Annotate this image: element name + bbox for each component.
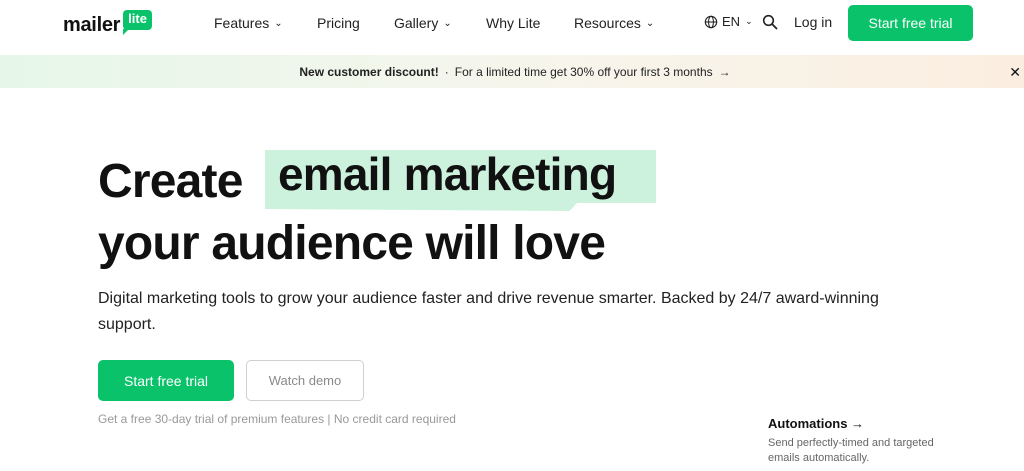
language-selector[interactable]: EN ⌄ — [704, 14, 753, 29]
chevron-down-icon: ⌄ — [443, 17, 452, 29]
banner-separator: · — [444, 64, 449, 79]
search-button[interactable] — [762, 14, 778, 35]
hero-title-word: Create — [98, 154, 243, 208]
nav-why-lite[interactable]: Why Lite — [486, 14, 540, 32]
banner-content: New customer discount! · For a limited t… — [299, 65, 730, 79]
nav-why-lite-label: Why Lite — [486, 15, 541, 31]
trial-note: Get a free 30-day trial of premium featu… — [98, 412, 456, 426]
login-link[interactable]: Log in — [794, 14, 832, 30]
close-icon[interactable]: ✕ — [1009, 64, 1021, 81]
arrow-right-icon: → — [718, 64, 731, 79]
watch-demo-button[interactable]: Watch demo — [246, 360, 364, 401]
hero-title-line1: Create — [98, 150, 243, 212]
nav-pricing[interactable]: Pricing — [317, 14, 360, 32]
nav-gallery-label: Gallery — [394, 15, 439, 31]
chevron-down-icon: ⌄ — [645, 17, 655, 29]
search-icon — [762, 14, 778, 30]
nav-gallery[interactable]: Gallery ⌄ — [394, 14, 452, 32]
mailerlite-logo[interactable]: mailer lite — [63, 10, 152, 40]
globe-icon — [704, 15, 718, 28]
nav-resources[interactable]: Resources ⌄ — [574, 14, 654, 32]
discount-banner[interactable]: New customer discount! · For a limited t… — [0, 55, 1024, 88]
logo-badge: lite — [123, 10, 152, 35]
automations-description: Send perfectly-timed and targeted emails… — [768, 437, 934, 464]
hero-title-highlight: email marketing — [278, 148, 617, 200]
nav-features-label: Features — [214, 15, 270, 31]
nav-resources-label: Resources — [574, 15, 641, 31]
banner-strong-text: New customer discount! — [299, 64, 439, 79]
chevron-down-icon: ⌄ — [274, 17, 283, 29]
hero-subtitle: Digital marketing tools to grow your aud… — [98, 290, 879, 333]
hero-title-line2: your audience will love — [98, 217, 606, 270]
start-free-trial-button[interactable]: Start free trial — [98, 360, 234, 401]
header-start-trial-button[interactable]: Start free trial — [848, 5, 973, 41]
site-header: mailer lite Features ⌄ Pricing Gallery ⌄… — [0, 0, 1024, 55]
chevron-down-icon: ⌄ — [745, 16, 753, 26]
nav-pricing-label: Pricing — [317, 15, 360, 31]
banner-text: For a limited time get 30% off your firs… — [454, 64, 713, 79]
nav-features[interactable]: Features ⌄ — [214, 14, 283, 32]
logo-text: mailer — [63, 14, 121, 36]
language-label: EN — [722, 14, 741, 29]
automations-link[interactable]: Automations → — [768, 416, 864, 431]
